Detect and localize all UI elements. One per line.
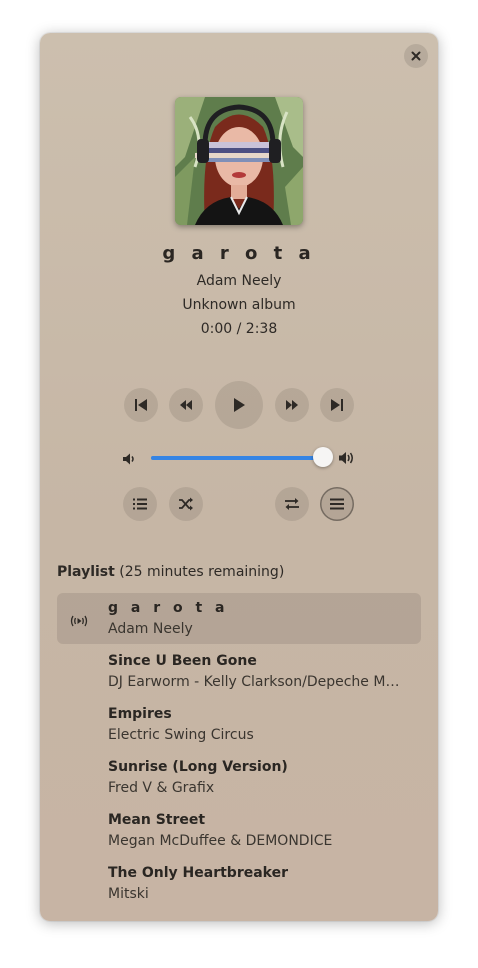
- playlist-item-artist: Megan McDuffee & DEMONDICE: [108, 833, 333, 849]
- play-icon: [234, 398, 245, 412]
- seek-forward-button[interactable]: [275, 388, 309, 422]
- playlist-item[interactable]: Mean Street Megan McDuffee & DEMONDICE: [57, 805, 421, 856]
- play-button[interactable]: [215, 381, 263, 429]
- playlist-heading-label: Playlist: [57, 564, 115, 580]
- album-art: [175, 97, 303, 225]
- menu-icon: [330, 498, 344, 510]
- playlist-item-artist: Adam Neely: [108, 621, 193, 637]
- volume-level: [151, 456, 324, 460]
- playlist-item[interactable]: Sunrise (Long Version) Fred V & Grafix: [57, 752, 421, 803]
- playlist-button[interactable]: [123, 487, 157, 521]
- skip-backward-button[interactable]: [124, 388, 158, 422]
- skip-backward-icon: [135, 399, 147, 411]
- playlist-remaining: (25 minutes remaining): [114, 564, 285, 580]
- close-button[interactable]: [404, 44, 428, 68]
- seek-backward-button[interactable]: [169, 388, 203, 422]
- seek-forward-icon: [286, 400, 298, 410]
- volume-slider[interactable]: [151, 447, 334, 467]
- repeat-button[interactable]: [275, 487, 309, 521]
- now-playing-icon: [70, 612, 88, 631]
- playlist-item[interactable]: Since U Been Gone DJ Earworm - Kelly Cla…: [57, 646, 421, 697]
- skip-forward-button[interactable]: [320, 388, 354, 422]
- repeat-icon: [285, 498, 299, 510]
- playlist-item[interactable]: Empires Electric Swing Circus: [57, 699, 421, 750]
- shuffle-button[interactable]: [169, 487, 203, 521]
- playlist-item-artist: Mitski: [108, 886, 149, 902]
- track-title: g a r o t a: [162, 243, 316, 264]
- shuffle-icon: [179, 497, 193, 511]
- playlist-item-artist: Fred V & Grafix: [108, 780, 215, 796]
- playlist-item-title: Since U Been Gone: [108, 653, 257, 669]
- playlist-item-title: g a r o t a: [108, 600, 229, 616]
- track-album: Unknown album: [182, 297, 296, 313]
- player-window: g a r o t a Adam Neely Unknown album 0:0…: [40, 33, 438, 921]
- seek-backward-icon: [180, 400, 192, 410]
- playlist-item-title: The Only Heartbreaker: [108, 865, 289, 881]
- track-time: 0:00 / 2:38: [200, 321, 278, 337]
- playlist-item-artist: Electric Swing Circus: [108, 727, 254, 743]
- playlist-heading: Playlist (25 minutes remaining): [57, 564, 284, 580]
- playlist-item[interactable]: g a r o t a Adam Neely: [57, 593, 421, 644]
- playlist-item-artist: DJ Earworm - Kelly Clarkson/Depeche Mode…: [108, 674, 401, 690]
- playlist-icon: [133, 498, 147, 510]
- menu-button[interactable]: [320, 487, 354, 521]
- close-icon: [411, 51, 421, 61]
- track-artist: Adam Neely: [196, 273, 282, 289]
- volume-handle[interactable]: [313, 447, 334, 467]
- volume-high-icon: [338, 450, 356, 470]
- playlist-item-title: Sunrise (Long Version): [108, 759, 288, 775]
- playlist-item[interactable]: The Only Heartbreaker Mitski: [57, 858, 421, 909]
- skip-forward-icon: [331, 399, 343, 411]
- playlist-item-title: Mean Street: [108, 812, 206, 828]
- volume-low-icon: [122, 451, 136, 470]
- playlist: g a r o t a Adam Neely Since U Been Gone…: [57, 593, 421, 911]
- playlist-item-title: Empires: [108, 706, 172, 722]
